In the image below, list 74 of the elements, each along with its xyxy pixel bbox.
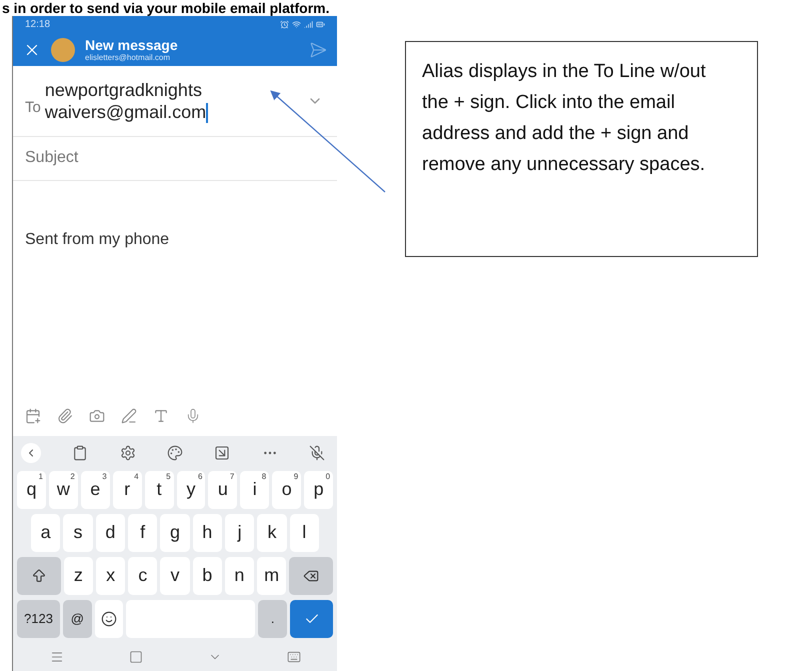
callout-note: Alias displays in the To Line w/out the + sign. Click into the email address and add the + sign and remove any unnecessary spaces. [405,41,758,257]
keyboard-key[interactable]: @ [63,600,92,638]
keyboard-key[interactable]: k [257,514,287,552]
palette-icon[interactable] [166,444,183,461]
settings-icon[interactable] [120,444,136,461]
microphone-icon[interactable] [185,408,201,424]
avatar [51,38,75,62]
resize-icon[interactable] [214,444,230,461]
keyboard-key[interactable]: z [64,556,93,595]
key-hint: 9 [294,472,298,481]
emoji-key[interactable] [94,600,124,638]
home-icon[interactable] [128,650,142,664]
keyboard-key[interactable]: q 1 [17,470,46,509]
document-heading: s in order to send via your mobile email platform. [1,0,330,16]
key-hint: 0 [326,472,330,481]
keyboard-key[interactable]: l [290,514,319,552]
keyboard-key[interactable]: w 2 [48,470,78,509]
keyboard-key[interactable]: u 7 [208,470,238,509]
keyboard-key[interactable]: h [192,514,222,552]
key-hint: 7 [230,472,234,481]
keyboard-key[interactable]: y 6 [176,470,206,509]
wifi-icon [292,20,301,30]
keyboard-key[interactable]: d [96,514,125,552]
message-body[interactable]: Sent from my phone [13,181,337,396]
alarm-icon [280,20,289,30]
recent-apps-icon[interactable] [50,650,64,664]
keyboard-key[interactable]: ?123 [17,600,60,638]
camera-icon[interactable] [89,408,105,424]
status-time: 12:18 [25,19,50,30]
backspace-key[interactable] [289,556,334,595]
font-icon[interactable] [153,408,169,424]
pen-icon[interactable] [121,408,137,424]
keyboard-key[interactable]: a [31,514,60,552]
keyboard-key[interactable]: i 8 [240,470,270,509]
shift-key[interactable] [17,556,61,595]
to-field[interactable]: newportgradknights waivers@gmail.com [44,78,303,123]
key-hint: 8 [262,472,266,481]
keyboard-key[interactable]: f [128,514,158,552]
key-hint: 1 [38,472,43,481]
clipboard-icon[interactable] [72,444,88,461]
key-hint: 5 [166,472,171,481]
keyboard-key[interactable]: m [257,556,286,595]
keyboard-key[interactable]: g [160,514,190,552]
keyboard-key[interactable]: x [96,556,126,595]
signal-icon [304,20,313,30]
keyboard-key[interactable]: . [258,600,288,638]
key-hint: 2 [70,472,75,481]
keyboard-key[interactable]: r 4 [112,470,142,509]
back-button[interactable] [21,442,41,463]
key-hint: 4 [134,472,139,481]
keyboard-key[interactable]: o 9 [272,470,302,509]
shift-icon [30,568,47,584]
keyboard-key[interactable]: p 0 [304,470,334,509]
calendar-icon[interactable] [25,408,41,424]
key-hint: 6 [198,472,202,481]
send-icon[interactable] [309,40,327,59]
keyboard-key[interactable]: c [128,556,158,595]
paperclip-icon[interactable] [57,408,73,424]
keyboard-key[interactable]: b [192,556,222,595]
mic-off-icon[interactable] [308,444,325,461]
key-hint: 3 [102,472,107,481]
keyboard-key[interactable]: t 5 [144,470,174,509]
battery-icon [316,20,325,30]
keyboard-icon[interactable] [286,650,300,664]
smiley-icon [101,610,117,627]
compose-title: New message [85,37,179,54]
to-label: To [25,98,41,116]
keyboard-key[interactable]: j [224,514,254,552]
enter-key[interactable] [290,600,334,638]
keyboard-key[interactable]: v [160,556,190,595]
keyboard-key[interactable]: n [224,556,254,595]
keyboard-key[interactable]: e 3 [80,470,110,509]
account-email: elisletters@hotmail.com [85,53,172,62]
keyboard-key[interactable]: s [63,514,93,552]
